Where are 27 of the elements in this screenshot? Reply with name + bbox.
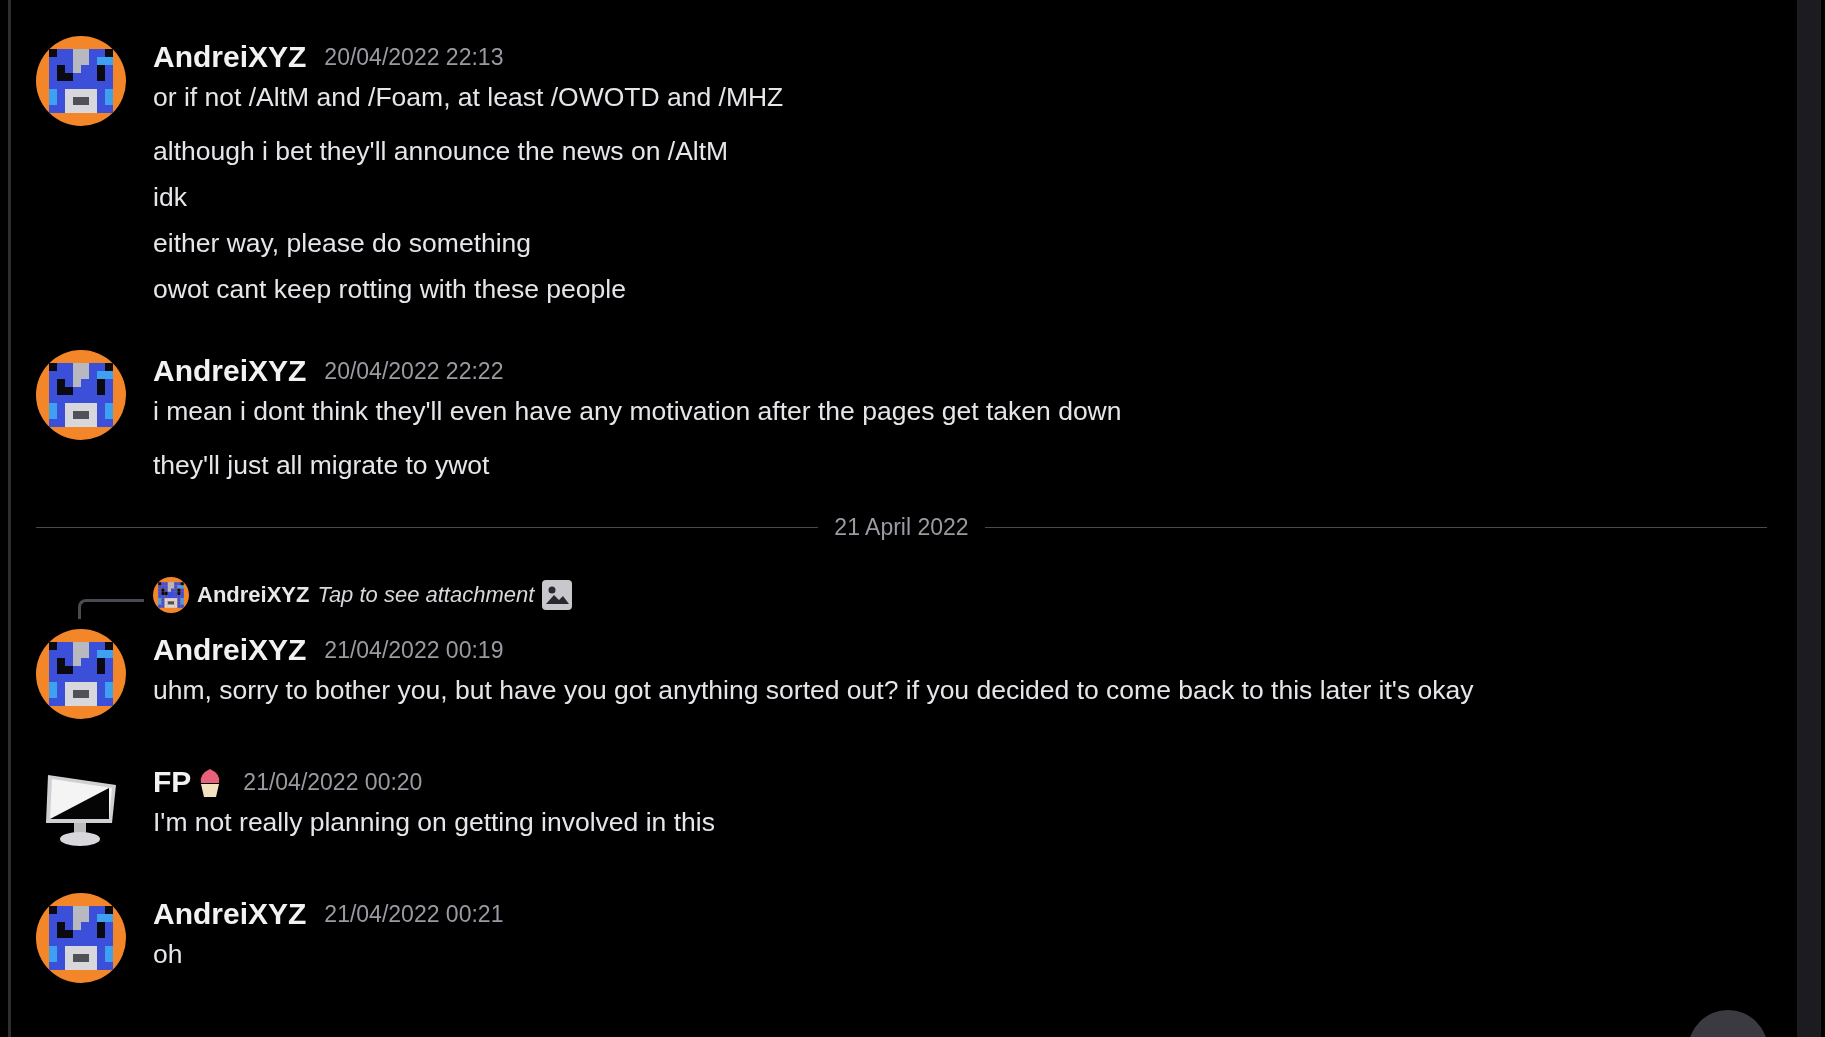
avatar-icon xyxy=(153,577,189,613)
timestamp: 21/04/2022 00:21 xyxy=(324,900,504,928)
message-text: although i bet they'll announce the news on /AltM xyxy=(153,135,729,168)
message-text: i mean i dont think they'll even have any motivation after the pages get taken down xyxy=(153,395,1122,428)
timestamp: 20/04/2022 22:22 xyxy=(324,357,504,385)
timestamp: 20/04/2022 22:13 xyxy=(324,43,504,71)
message-text: idk xyxy=(153,181,187,214)
message-text: oh xyxy=(153,938,183,971)
image-icon xyxy=(542,580,573,610)
message-text: owot cant keep rotting with these people xyxy=(153,273,626,306)
author-name[interactable]: AndreiXYZ xyxy=(153,633,307,667)
timestamp: 21/04/2022 00:20 xyxy=(243,768,423,796)
message-text: either way, please do something xyxy=(153,227,532,260)
scrollbar[interactable] xyxy=(1797,0,1821,1037)
reply-preview[interactable]: Tap to see attachment xyxy=(317,582,535,608)
author-name[interactable]: AndreiXYZ xyxy=(153,40,307,74)
reply-connector xyxy=(78,599,144,619)
reply-author[interactable]: AndreiXYZ xyxy=(197,582,310,608)
author-name[interactable]: FP xyxy=(153,765,192,799)
author-name[interactable]: AndreiXYZ xyxy=(153,897,307,931)
date-divider-label: 21 April 2022 xyxy=(834,514,969,541)
message-text: or if not /AltM and /Foam, at least /OWOTD and /MHZ xyxy=(153,81,784,114)
message-text: uhm, sorry to bother you, but have you got anything sorted out? if you decided to come back to this later it's okay xyxy=(153,674,1474,707)
timestamp: 21/04/2022 00:19 xyxy=(324,636,504,664)
message-text: they'll just all migrate to ywot xyxy=(153,449,490,482)
message-text: I'm not really planning on getting involved in this xyxy=(153,806,715,839)
author-name[interactable]: AndreiXYZ xyxy=(153,354,307,388)
